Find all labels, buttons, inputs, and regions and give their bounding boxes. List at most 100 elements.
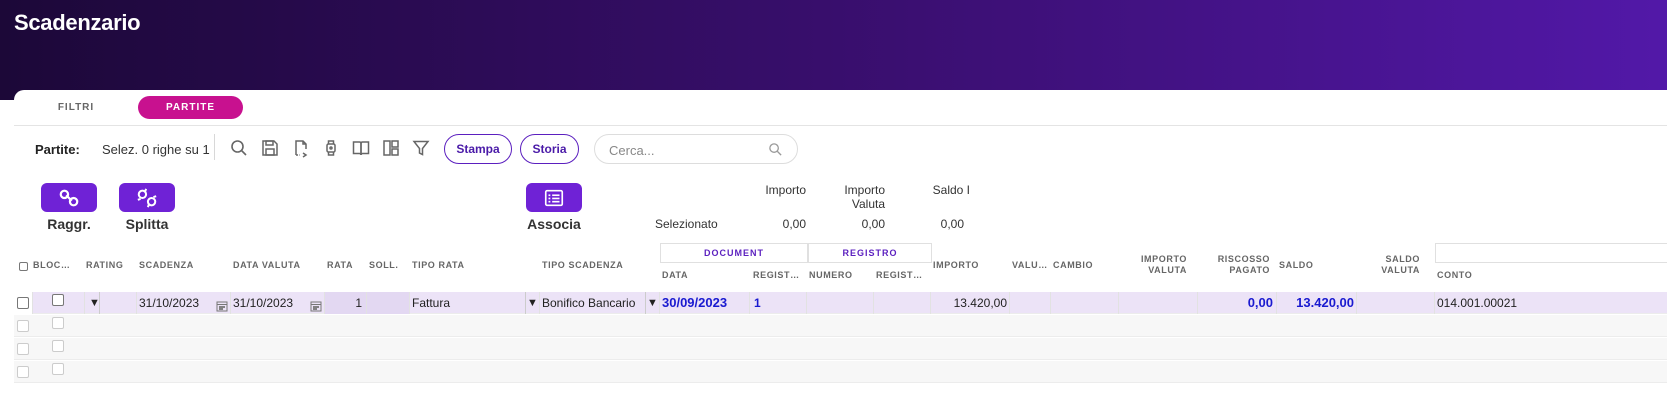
data-valuta-cell[interactable]: 31/10/2023 — [231, 292, 325, 314]
regist-value[interactable]: 1 — [750, 292, 807, 314]
table-row[interactable]: ▼ 31/10/2023 31/10/2023 1 Fattura ▼ Boni… — [14, 292, 1667, 314]
save-icon[interactable] — [260, 138, 280, 158]
layout-icon[interactable] — [381, 138, 401, 158]
col-saldo[interactable]: SALDO — [1279, 260, 1314, 271]
tab-filtri[interactable]: FILTRI — [46, 96, 106, 119]
table-row — [14, 338, 1667, 360]
summary-importo: 0,00 — [782, 217, 806, 231]
scadenza-cell[interactable]: 31/10/2023 — [137, 292, 231, 314]
col-data[interactable]: DATA — [662, 270, 688, 281]
main-panel: FILTRI PARTITE Partite: Selez. 0 righe s… — [14, 90, 1667, 403]
scadenza-value: 31/10/2023 — [139, 296, 200, 310]
col-riscosso-pagato[interactable]: RISCOSSO PAGATO — [1202, 254, 1270, 276]
calendar-icon[interactable] — [216, 297, 228, 312]
row-select-checkbox[interactable] — [17, 366, 29, 378]
summary-importo-valuta: 0,00 — [861, 217, 885, 231]
table-row — [14, 361, 1667, 383]
summary-saldo-header: Saldo I — [932, 183, 970, 197]
col-conto[interactable]: CONTO — [1437, 270, 1472, 281]
valuta-cell — [1010, 292, 1051, 314]
splitta-label: Splitta — [125, 216, 169, 232]
page-title: Scadenzario — [14, 10, 141, 35]
associa-button[interactable]: Associa — [524, 183, 584, 232]
search-icon[interactable] — [229, 138, 249, 158]
filter-icon[interactable] — [411, 138, 431, 158]
link-icon — [41, 183, 97, 212]
raggr-button[interactable]: Raggr. — [40, 183, 98, 232]
col-saldo-valuta[interactable]: SALDO VALUTA — [1359, 254, 1420, 276]
rating-cell[interactable]: ▼ — [85, 292, 137, 314]
row-select-checkbox[interactable] — [17, 297, 29, 309]
col-rata[interactable]: RATA — [327, 260, 353, 271]
col-blocco[interactable]: BLOC… — [33, 260, 71, 271]
app-header: Scadenzario — [0, 0, 1667, 100]
summary-importo-header: Importo — [765, 183, 806, 197]
summary-importo-valuta-header: Importo Valuta — [844, 183, 885, 211]
importo-value: 13.420,00 — [931, 292, 1010, 314]
tipo-rata-cell[interactable]: Fattura ▼ — [410, 292, 540, 314]
col-importo[interactable]: IMPORTO — [933, 260, 979, 271]
tipo-scadenza-value: Bonifico Bancario — [542, 296, 636, 310]
search-box — [594, 134, 798, 164]
conto-value: 014.001.00021 — [1437, 296, 1518, 310]
col-rating[interactable]: RATING — [86, 260, 123, 271]
search-input[interactable] — [609, 141, 759, 159]
book-icon[interactable] — [351, 138, 371, 158]
riscosso-value: 0,00 — [1198, 292, 1277, 314]
row-select-checkbox[interactable] — [17, 343, 29, 355]
tab-bar: FILTRI PARTITE — [14, 90, 1667, 126]
toolbar-divider — [214, 134, 215, 160]
summary-saldo: 0,00 — [940, 217, 964, 231]
watch-icon[interactable] — [321, 138, 341, 158]
regist-2-cell — [874, 292, 931, 314]
cambio-cell — [1051, 292, 1119, 314]
col-tipo-rata[interactable]: TIPO RATA — [412, 260, 465, 271]
group-document: DOCUMENT — [660, 243, 808, 263]
col-cambio[interactable]: CAMBIO — [1053, 260, 1093, 271]
group-registro: REGISTRO — [808, 243, 932, 263]
splitta-button[interactable]: Splitta — [118, 183, 176, 232]
col-importo-valuta[interactable]: IMPORTO VALUTA — [1122, 254, 1187, 276]
col-soll[interactable]: SOLL. — [369, 260, 399, 271]
col-tipo-scadenza[interactable]: TIPO SCADENZA — [542, 260, 623, 271]
tipo-rata-value: Fattura — [412, 296, 451, 310]
stampa-button[interactable]: Stampa — [444, 134, 512, 164]
select-all-checkbox[interactable] — [19, 262, 28, 271]
group-conto-blank — [1435, 243, 1667, 263]
soll-cell — [367, 292, 410, 314]
list-icon — [526, 183, 582, 212]
table-row — [14, 315, 1667, 337]
tipo-scadenza-cell[interactable]: Bonifico Bancario ▼ — [540, 292, 660, 314]
tipo-rata-dropdown-icon[interactable]: ▼ — [525, 292, 539, 314]
blocco-checkbox[interactable] — [52, 363, 64, 375]
tipo-scadenza-dropdown-icon[interactable]: ▼ — [645, 292, 659, 314]
importo-valuta-cell — [1119, 292, 1198, 314]
col-scadenza[interactable]: SCADENZA — [139, 260, 194, 271]
export-icon[interactable] — [291, 138, 311, 158]
row-select-cell — [14, 292, 33, 314]
col-numero[interactable]: NUMERO — [809, 270, 853, 281]
blocco-checkbox[interactable] — [52, 340, 64, 352]
col-regist-1[interactable]: REGIST… — [753, 270, 805, 281]
search-field-icon[interactable] — [768, 142, 783, 157]
data-documento-value[interactable]: 30/09/2023 — [660, 292, 750, 314]
saldo-value: 13.420,00 — [1277, 292, 1357, 314]
numero-cell — [807, 292, 874, 314]
unlink-icon — [119, 183, 175, 212]
data-valuta-value: 31/10/2023 — [233, 296, 294, 310]
raggr-label: Raggr. — [47, 216, 91, 232]
storia-button[interactable]: Storia — [520, 134, 579, 164]
toolbar-label: Partite: — [35, 142, 80, 157]
col-valuta[interactable]: VALU… — [1012, 260, 1048, 271]
blocco-checkbox[interactable] — [52, 317, 64, 329]
tab-partite[interactable]: PARTITE — [138, 96, 243, 119]
blocco-checkbox[interactable] — [52, 294, 64, 306]
calendar-icon[interactable] — [310, 297, 322, 312]
blocco-cell — [33, 292, 85, 314]
rata-value[interactable]: 1 — [325, 292, 367, 314]
saldo-valuta-cell — [1357, 292, 1435, 314]
col-data-valuta[interactable]: DATA VALUTA — [233, 260, 301, 271]
col-regist-2[interactable]: REGIST… — [876, 270, 928, 281]
row-select-checkbox[interactable] — [17, 320, 29, 332]
toolbar: Partite: Selez. 0 righe su 1 Stampa Stor… — [14, 126, 1667, 170]
